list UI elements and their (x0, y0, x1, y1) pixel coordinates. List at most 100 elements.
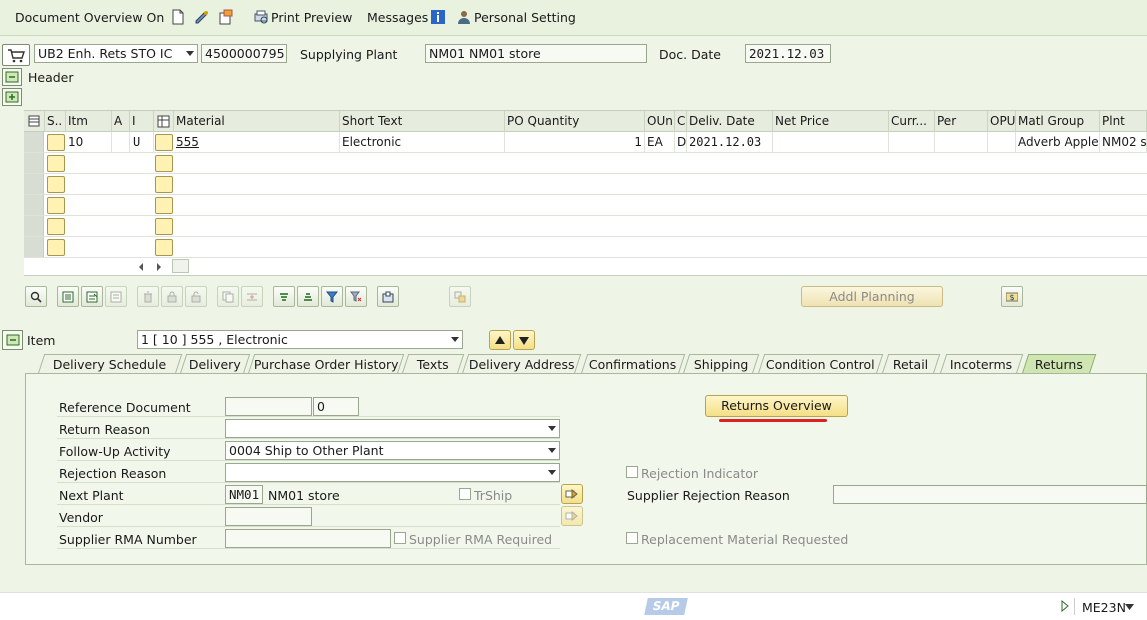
sort-ascending-button[interactable] (273, 286, 295, 307)
row-status-box[interactable] (47, 197, 65, 214)
returns-overview-button[interactable]: Returns Overview (705, 395, 848, 417)
rejection-reason-dropdown[interactable] (225, 463, 560, 482)
col-header-a[interactable]: A (112, 111, 130, 132)
follow-up-activity-dropdown[interactable]: 0004 Ship to Other Plant (225, 441, 560, 460)
col-header-material-icon-cell[interactable] (154, 111, 174, 132)
cell-i[interactable]: U (130, 132, 154, 153)
item-detail-toggle-button[interactable] (2, 330, 23, 350)
material-help-box[interactable] (155, 134, 173, 151)
print-preview-button[interactable]: Print Preview (271, 10, 352, 25)
cell-po-quantity[interactable]: 1 (505, 132, 645, 153)
row-status-box[interactable] (47, 239, 65, 256)
next-item-button[interactable] (513, 330, 535, 350)
tab-incoterms[interactable]: Incoterms (939, 354, 1024, 374)
vendor-action-button[interactable] (561, 506, 583, 526)
copy-button[interactable] (217, 286, 239, 307)
po-number-field[interactable]: 4500000795 (201, 44, 287, 63)
item-selector-dropdown[interactable]: 1 [ 10 ] 555 , Electronic (137, 330, 463, 349)
items-collapse-button[interactable] (2, 88, 22, 106)
row-status-box[interactable] (47, 218, 65, 235)
cell-oun[interactable]: EA (645, 132, 675, 153)
material-help-box[interactable] (155, 197, 173, 214)
tab-confirmations[interactable]: Confirmations (580, 354, 686, 374)
cell-material[interactable]: 555 (174, 132, 340, 153)
scroll-position-handle[interactable] (172, 259, 189, 273)
next-plant-code-field[interactable]: NM01 (225, 485, 263, 504)
next-plant-action-button[interactable] (561, 484, 583, 504)
row-selector[interactable] (24, 132, 44, 152)
cell-plnt[interactable]: NM02 st (1100, 132, 1147, 153)
vendor-field[interactable] (225, 507, 312, 526)
sort-descending-button[interactable] (297, 286, 319, 307)
addl-planning-button[interactable]: Addl Planning (801, 286, 943, 307)
cell-itm[interactable]: 10 (66, 132, 112, 153)
supplier-rma-required-checkbox[interactable] (394, 532, 406, 544)
chevron-down-icon[interactable] (1125, 604, 1134, 610)
cell-deliv-date[interactable]: 2021.12.03 (687, 132, 773, 153)
personal-setting-icon[interactable] (456, 9, 472, 25)
cell-short-text[interactable]: Electronic (340, 132, 505, 153)
supplying-plant-field[interactable]: NM01 NM01 store (425, 44, 647, 63)
tab-retail[interactable]: Retail (881, 354, 941, 374)
rejection-indicator-checkbox[interactable] (626, 466, 638, 478)
tab-delivery[interactable]: Delivery (179, 354, 251, 374)
row-selector[interactable] (24, 216, 44, 236)
reference-document-field[interactable] (225, 397, 312, 416)
supplier-rejection-reason-field[interactable] (833, 485, 1147, 504)
other-document-icon[interactable] (218, 9, 234, 25)
order-type-dropdown[interactable]: UB2 Enh. Rets STO IC (34, 44, 198, 63)
row-status-box[interactable] (47, 176, 65, 193)
doc-date-field[interactable]: 2021.12.03 (745, 44, 831, 63)
replacement-material-checkbox[interactable] (626, 532, 638, 544)
info-icon[interactable] (430, 9, 446, 25)
col-header-opu[interactable]: OPU (988, 111, 1016, 132)
trship-checkbox[interactable] (459, 488, 471, 500)
tab-shipping[interactable]: Shipping (682, 354, 760, 374)
delete-button[interactable] (137, 286, 159, 307)
previous-item-button[interactable] (489, 330, 511, 350)
tab-delivery-address[interactable]: Delivery Address (461, 354, 582, 374)
material-help-box[interactable] (155, 176, 173, 193)
cell-per[interactable] (935, 132, 988, 153)
tab-delivery-schedule[interactable]: Delivery Schedule (37, 354, 183, 374)
col-header-oun[interactable]: OUn (645, 111, 675, 132)
cell-matl-group[interactable]: Adverb Apple (1016, 132, 1100, 153)
new-document-icon[interactable] (170, 9, 186, 25)
edit-pencil-icon[interactable] (194, 9, 210, 25)
table-row[interactable] (24, 195, 1147, 216)
unlock-button[interactable] (185, 286, 207, 307)
col-header-per[interactable]: Per (935, 111, 988, 132)
play-icon[interactable] (1061, 600, 1069, 612)
row-selector[interactable] (24, 195, 44, 215)
cart-button[interactable] (2, 44, 30, 66)
filter-button[interactable] (321, 286, 343, 307)
table-row[interactable] (24, 237, 1147, 258)
return-reason-dropdown[interactable] (225, 419, 560, 438)
col-header-net-price[interactable]: Net Price (773, 111, 889, 132)
tab-purchase-order-history[interactable]: Purchase Order History (247, 354, 405, 374)
cell-currency[interactable] (889, 132, 935, 153)
col-header-matl-group[interactable]: Matl Group (1016, 111, 1100, 132)
tab-returns[interactable]: Returns (1021, 354, 1097, 374)
table-settings-cell[interactable] (24, 111, 45, 132)
header-expand-button[interactable] (2, 68, 22, 86)
material-help-box[interactable] (155, 155, 173, 172)
cell-opu[interactable] (988, 132, 1016, 153)
col-header-short-text[interactable]: Short Text (340, 111, 505, 132)
cell-net-price[interactable] (773, 132, 889, 153)
cell-a[interactable] (112, 132, 130, 153)
personal-setting-button[interactable]: Personal Setting (474, 10, 576, 25)
delete-filter-button[interactable] (345, 286, 367, 307)
material-help-box[interactable] (155, 218, 173, 235)
reference-item-field[interactable]: 0 (313, 397, 359, 416)
scroll-right-icon[interactable] (155, 262, 163, 272)
details-button[interactable] (25, 286, 47, 307)
deselect-all-button[interactable] (105, 286, 127, 307)
col-header-i[interactable]: I (130, 111, 154, 132)
row-status-box[interactable] (47, 134, 65, 151)
material-help-box[interactable] (155, 239, 173, 256)
scroll-left-icon[interactable] (137, 262, 145, 272)
pricing-button[interactable]: $ (1001, 286, 1023, 307)
table-row[interactable] (24, 153, 1147, 174)
tab-condition-control[interactable]: Condition Control (757, 354, 884, 374)
